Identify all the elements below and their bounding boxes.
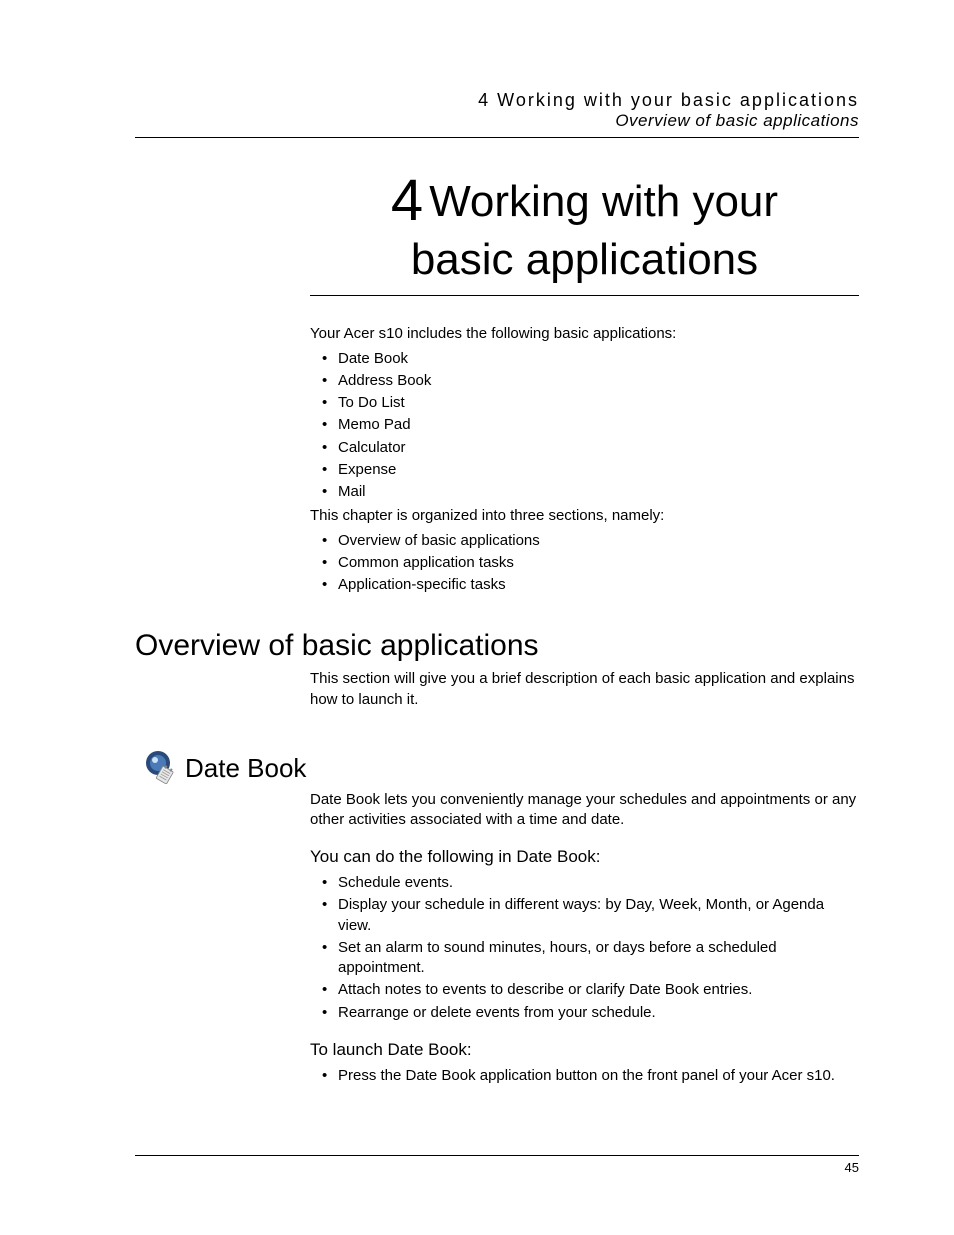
list-item: Display your schedule in different ways:… (310, 895, 859, 936)
datebook-heading: Date Book (185, 753, 306, 784)
list-item: Address Book (310, 371, 859, 391)
list-item: Memo Pad (310, 415, 859, 435)
datebook-body: Date Book lets you conveniently manage y… (310, 790, 859, 1086)
title-rule (310, 295, 859, 296)
intro-block: Your Acer s10 includes the following bas… (310, 324, 859, 595)
intro-paragraph-2: This chapter is organized into three sec… (310, 506, 859, 526)
running-header: 4 Working with your basic applications O… (135, 90, 859, 131)
datebook-heading-row: Date Book (145, 750, 859, 784)
footer-rule (135, 1155, 859, 1156)
chapter-title-line2: basic applications (411, 235, 758, 284)
list-item: Calculator (310, 438, 859, 458)
intro-paragraph: Your Acer s10 includes the following bas… (310, 324, 859, 344)
overview-paragraph: This section will give you a brief descr… (310, 669, 859, 710)
page-footer: 45 (135, 1155, 859, 1175)
datebook-subhead-launch: To launch Date Book: (310, 1039, 859, 1062)
header-chapter-title: 4 Working with your basic applications (135, 90, 859, 111)
list-item: Date Book (310, 349, 859, 369)
overview-body: This section will give you a brief descr… (310, 669, 859, 710)
chapter-number: 4 (391, 168, 423, 233)
sections-list: Overview of basic applications Common ap… (310, 531, 859, 596)
list-item: Application-specific tasks (310, 575, 859, 595)
list-item: Attach notes to events to describe or cl… (310, 980, 859, 1000)
list-item: Common application tasks (310, 553, 859, 573)
datebook-subhead-features: You can do the following in Date Book: (310, 846, 859, 869)
header-rule (135, 137, 859, 138)
list-item: Schedule events. (310, 873, 859, 893)
chapter-title-line1: Working with your (429, 177, 778, 226)
list-item: Overview of basic applications (310, 531, 859, 551)
list-item: Mail (310, 482, 859, 502)
datebook-launch-list: Press the Date Book application button o… (310, 1066, 859, 1086)
chapter-title: 4Working with your basic applications (310, 168, 859, 285)
page-container: 4 Working with your basic applications O… (0, 0, 954, 1235)
apps-list: Date Book Address Book To Do List Memo P… (310, 349, 859, 503)
datebook-features-list: Schedule events. Display your schedule i… (310, 873, 859, 1023)
datebook-icon (145, 750, 179, 784)
list-item: Expense (310, 460, 859, 480)
list-item: Rearrange or delete events from your sch… (310, 1003, 859, 1023)
overview-heading: Overview of basic applications (135, 629, 859, 663)
page-number: 45 (135, 1160, 859, 1175)
list-item: To Do List (310, 393, 859, 413)
list-item: Set an alarm to sound minutes, hours, or… (310, 938, 859, 979)
datebook-paragraph: Date Book lets you conveniently manage y… (310, 790, 859, 831)
list-item: Press the Date Book application button o… (310, 1066, 859, 1086)
header-section-title: Overview of basic applications (135, 111, 859, 131)
